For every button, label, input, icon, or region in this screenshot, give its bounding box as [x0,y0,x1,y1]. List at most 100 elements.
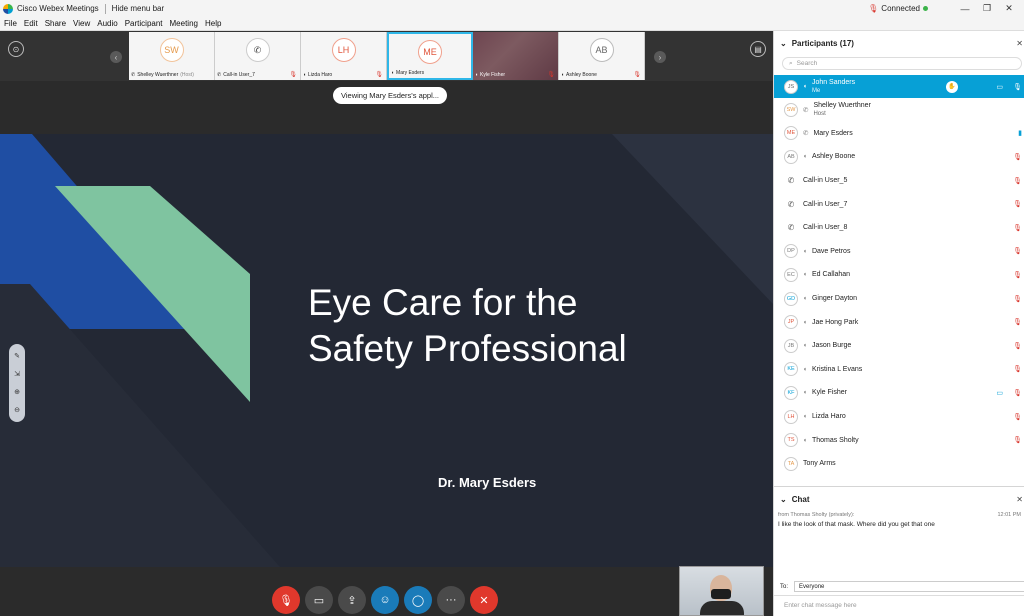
collapse-chevron-icon[interactable]: ⌄ [780,495,787,504]
thumbnail-call-in-user-7[interactable]: ✆ ✆ Call-in User_7 🎙 [215,32,301,80]
avatar: DP [784,244,798,259]
avatar: GD [784,291,798,306]
participant-row[interactable]: JS ◖ John Sanders Me ✋ ▭ 🎙 [774,75,1024,98]
participant-name: Lizda Haro [812,412,846,421]
menu-help[interactable]: Help [201,19,224,28]
thumbnail-label: ◖ Mary Esders [391,70,469,76]
thumbnail-label: ◖ Ashley Boone [561,72,642,78]
layout-icon[interactable]: ⊙ [8,41,24,57]
participant-name-text: Kristina L Evans [811,365,863,373]
participant-row[interactable]: ✆ Call-in User_7 🎙 [774,192,1024,216]
slide-title: Eye Care for the Safety Professional [308,280,748,372]
thumbnail-name: Mary Esders [396,70,425,76]
menu-participant[interactable]: Participant [121,19,166,28]
strip-left-arrow-icon[interactable]: ‹ [110,51,122,63]
minimize-icon[interactable]: — [958,4,972,14]
participant-row[interactable]: ME ✆ Mary Esders ▮ [774,122,1024,146]
chat-timestamp: 12:01 PM [997,512,1021,518]
strip-right-arrow-icon[interactable]: › [654,51,666,63]
participant-row[interactable]: JP ◖ Jae Hong Park 🎙 [774,310,1024,334]
thumbnail-label: ✆ Call-in User_7 [217,72,298,78]
raise-hand-icon[interactable]: ✋ [946,80,958,93]
annotate-icon[interactable]: ✎ [14,352,20,360]
zoom-in-icon[interactable]: ⊕ [14,388,20,396]
menu-audio[interactable]: Audio [93,19,120,28]
mic-muted-icon: 🎙 [1013,248,1022,256]
chat-recipient-select[interactable]: Everyone [794,581,1024,592]
avatar: JP [784,315,798,330]
participant-name-text: Jason Burge [811,342,852,350]
chat-message: I like the look of that mask. Where did … [778,521,935,528]
chat-button[interactable]: ◯ [404,586,432,614]
chat-header: ⌄ Chat [780,495,809,504]
fit-icon[interactable]: ⇲ [14,370,20,378]
participant-row[interactable]: GD ◖ Ginger Dayton 🎙 [774,287,1024,311]
mute-button[interactable]: 🎙 [272,586,300,614]
thumbnail-ashley-boone[interactable]: AB ◖ Ashley Boone 🎙 [559,32,645,80]
participant-row[interactable]: EC ◖ Ed Callahan 🎙 [774,263,1024,287]
participant-row[interactable]: TA Tony Arms [774,452,1024,476]
audio-icon: ◖ [803,295,807,303]
avatar: LH [331,38,356,62]
thumbnail-mary-esders[interactable]: ME ◖ Mary Esders [387,32,473,80]
leave-meeting-button[interactable]: ✕ [470,586,498,614]
participant-row[interactable]: TS ◖ Thomas Sholty 🎙 [774,428,1024,452]
chat-message-input[interactable]: Enter chat message here [774,595,1024,616]
avatar: SW [784,102,798,117]
avatar: ME [418,40,442,64]
participant-row[interactable]: KE ◖ Kristina L Evans 🎙 [774,358,1024,382]
participant-row[interactable]: ✆ Call-in User_5 🎙 [774,169,1024,193]
participant-name: Kristina L Evans [812,365,862,374]
participant-name: Call-in User_8 [803,223,847,232]
chat-recipient-row: To: Everyone [780,581,1024,592]
maximize-icon[interactable]: ❐ [980,3,994,14]
search-input[interactable]: ⌕ Search [782,57,1022,70]
zoom-toolbar: ✎ ⇲ ⊕ ⊖ [9,344,25,422]
collapse-chevron-icon[interactable]: ⌄ [780,39,787,48]
thumbnail-shelley-wuerthner[interactable]: SW ✆ Shelley Wuerthner (Host) [129,32,215,80]
participant-row[interactable]: DP ◖ Dave Petros 🎙 [774,240,1024,264]
menu-share[interactable]: Share [41,19,69,28]
mic-muted-icon: 🎙 [1013,153,1022,161]
menu-edit[interactable]: Edit [20,19,41,28]
thumbnail-kyle-fisher[interactable]: ◖ Kyle Fisher 🎙 [473,32,559,80]
share-button[interactable]: ⇪ [338,586,366,614]
stage-layout-icon[interactable]: ▤ [750,41,766,57]
mic-muted-icon[interactable]: 🎙 [1013,83,1022,91]
participants-button[interactable]: ☺ [371,586,399,614]
participant-name: John Sanders Me [812,78,855,96]
video-button[interactable]: ▭ [305,586,333,614]
close-chat-icon[interactable]: ✕ [1016,495,1023,504]
participant-row[interactable]: JB ◖ Jason Burge 🎙 [774,334,1024,358]
participant-name-text: Kyle Fisher [811,389,847,397]
menu-view[interactable]: View [69,19,93,28]
audio-icon: ◖ [303,72,307,78]
participant-row[interactable]: ✆ Call-in User_8 🎙 [774,216,1024,240]
menu-meeting[interactable]: Meeting [166,19,201,28]
participant-row[interactable]: AB ◖ Ashley Boone 🎙 [774,145,1024,169]
participant-row[interactable]: SW ✆ Shelley Wuerthner Host [774,98,1024,122]
close-participants-icon[interactable]: ✕ [1016,39,1023,48]
hide-menu-bar-button[interactable]: Hide menu bar [112,4,164,13]
more-options-button[interactable]: ··· [437,586,465,614]
thumbnail-label: ◖ Kyle Fisher [475,72,556,78]
audio-icon: ◖ [561,72,565,78]
chat-to-label: To: [780,583,789,590]
close-window-icon[interactable]: ✕ [1002,3,1016,14]
participant-row[interactable]: LH ◖ Lizda Haro 🎙 [774,405,1024,429]
mic-muted-icon: 🎙 [1013,319,1022,327]
thumbnail-lizda-haro[interactable]: LH ◖ Lizda Haro 🎙 [301,32,387,80]
webex-logo-icon [3,3,13,14]
phone-icon: ✆ [803,106,809,114]
zoom-out-icon[interactable]: ⊖ [14,406,20,414]
mic-muted-icon: 🎙 [289,72,297,78]
menu-file[interactable]: File [0,19,20,28]
thumbnail-list: SW ✆ Shelley Wuerthner (Host) ✆ ✆ Call-i… [129,32,645,80]
app-title: Cisco Webex Meetings [17,4,99,13]
phone-icon: ✆ [803,130,809,138]
mic-muted-icon: 🎙 [547,72,555,78]
self-view-video[interactable] [679,566,764,616]
phone-icon: ✆ [131,72,136,78]
participant-row[interactable]: KF ◖ Kyle Fisher ▭ 🎙 [774,381,1024,405]
participant-name-text: Thomas Sholty [811,436,859,444]
